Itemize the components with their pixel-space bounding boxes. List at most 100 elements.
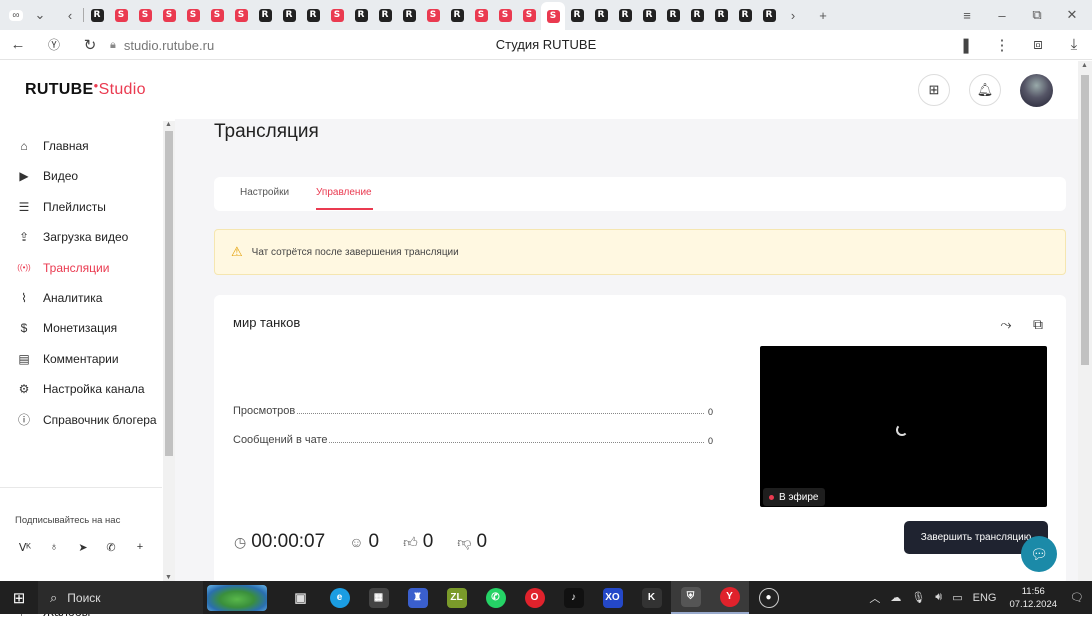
- browser-tab[interactable]: S: [493, 3, 517, 27]
- browser-tab[interactable]: R: [397, 3, 421, 27]
- viber-icon[interactable]: ✆: [100, 536, 122, 558]
- network-icon[interactable]: ▭: [952, 591, 962, 604]
- tab-list-icon[interactable]: ≡: [950, 0, 984, 30]
- browser-tab[interactable]: S: [541, 2, 565, 30]
- sidebar-item-video[interactable]: ▶ Видео: [0, 161, 162, 191]
- tab-settings[interactable]: Настройки: [240, 187, 289, 198]
- sidebar-item-analytics[interactable]: ⌇ Аналитика: [0, 283, 162, 313]
- sidebar-item-comments[interactable]: ▤ Комментарии: [0, 344, 162, 374]
- browser-tab[interactable]: S: [157, 3, 181, 27]
- vk-icon[interactable]: ᐯᴷ: [14, 536, 36, 558]
- browser-tab[interactable]: R: [637, 3, 661, 27]
- notifications-tray-icon[interactable]: 🗨︎: [1070, 591, 1084, 604]
- whatsapp-icon[interactable]: ✆: [476, 581, 515, 614]
- rutube-favicon-icon: R: [282, 8, 296, 22]
- tab-dropdown-icon[interactable]: ⌄: [28, 3, 52, 27]
- close-window-button[interactable]: ✕: [1055, 0, 1089, 30]
- browser-tab[interactable]: R: [757, 3, 781, 27]
- browser-tab[interactable]: S: [469, 3, 493, 27]
- taskbar-search[interactable]: ⌕ Поиск: [38, 581, 203, 614]
- browser-tab[interactable]: R: [709, 3, 733, 27]
- tiktok-icon[interactable]: ♪: [554, 581, 593, 614]
- browser-tab[interactable]: R: [277, 3, 301, 27]
- yandex-icon[interactable]: Ⓨ: [36, 30, 72, 60]
- browser-tab[interactable]: R: [613, 3, 637, 27]
- obs-icon[interactable]: ●: [749, 581, 788, 614]
- restore-button[interactable]: ⧉: [1020, 0, 1054, 30]
- support-chat-button[interactable]: 💬︎: [1021, 536, 1057, 572]
- sidebar-item-monetization[interactable]: $ Монетизация: [0, 313, 162, 343]
- sidebar-item-upload[interactable]: ⇪ Загрузка видео: [0, 222, 162, 252]
- sidebar-item-home[interactable]: ⌂ Главная: [0, 131, 162, 161]
- microphone-icon[interactable]: 🎙︎: [911, 591, 925, 604]
- xo-app-icon[interactable]: XO: [593, 581, 632, 614]
- task-view-icon[interactable]: ▣: [281, 581, 320, 614]
- browser-tab[interactable]: S: [517, 3, 541, 27]
- search-highlight-image[interactable]: [207, 584, 267, 611]
- chevron-up-icon[interactable]: ︿: [869, 590, 880, 606]
- browser-tab[interactable]: R: [301, 3, 325, 27]
- tabs-scroll-left-icon[interactable]: ‹: [58, 3, 82, 27]
- browser-tab[interactable]: S: [205, 3, 229, 27]
- browser-tab[interactable]: R: [445, 3, 469, 27]
- collections-icon[interactable]: ⧈: [1020, 30, 1056, 60]
- browser-tab[interactable]: R: [373, 3, 397, 27]
- main-scrollbar[interactable]: ▲: [1078, 61, 1092, 581]
- language-indicator[interactable]: ENG: [973, 592, 997, 604]
- sidebar-item-label: Плейлисты: [43, 199, 106, 214]
- notifications-button[interactable]: 🔔︎: [969, 74, 1001, 106]
- share-icon[interactable]: ⤳: [997, 315, 1015, 333]
- downloads-icon[interactable]: ⤓: [1056, 30, 1092, 60]
- game-launcher-icon[interactable]: K: [632, 581, 671, 614]
- url-field[interactable]: 🔒︎ studio.rutube.ru: [110, 35, 990, 55]
- plus-icon[interactable]: +: [129, 536, 151, 558]
- bookmark-icon[interactable]: ❚: [948, 30, 984, 60]
- browser-tab[interactable]: S: [133, 3, 157, 27]
- start-button[interactable]: ⊞: [0, 581, 38, 614]
- more-menu-icon[interactable]: ⋮: [984, 30, 1020, 60]
- add-video-button[interactable]: ⊞: [918, 74, 950, 106]
- browser-tab[interactable]: R: [661, 3, 685, 27]
- sidebar-item-settings[interactable]: ⚙ Настройка канала: [0, 374, 162, 404]
- clock[interactable]: 11:56 07.12.2024: [1009, 585, 1057, 611]
- browser-tab[interactable]: R: [253, 3, 277, 27]
- browser-tab[interactable]: R: [733, 3, 757, 27]
- sidebar-item-info[interactable]: ⓘ Справочник блогера: [0, 405, 162, 435]
- browser-tab[interactable]: R: [685, 3, 709, 27]
- cloud-icon[interactable]: ☁: [890, 591, 901, 604]
- browser-tab[interactable]: R: [85, 3, 109, 27]
- browser-tab[interactable]: R: [349, 3, 373, 27]
- avatar[interactable]: [1020, 74, 1053, 107]
- ok-icon[interactable]: ♁: [43, 536, 65, 558]
- stream-preview[interactable]: В эфире: [760, 346, 1047, 507]
- sidebar-item-playlist[interactable]: ☰ Плейлисты: [0, 192, 162, 222]
- edge-icon[interactable]: e: [320, 581, 359, 614]
- open-external-icon[interactable]: ⧉: [1029, 315, 1047, 333]
- telegram-icon[interactable]: ➤: [72, 536, 94, 558]
- wot-app-icon[interactable]: ⛨: [671, 581, 710, 614]
- sidebar-item-broadcast[interactable]: ((•)) Трансляции: [0, 253, 162, 283]
- shield-app-icon[interactable]: ♜: [398, 581, 437, 614]
- browser-tab[interactable]: S: [421, 3, 445, 27]
- browser-tab[interactable]: S: [109, 3, 133, 27]
- browser-tab[interactable]: S: [181, 3, 205, 27]
- tabs-scroll-right-icon[interactable]: ›: [781, 3, 805, 27]
- windows-taskbar: ⊞ ⌕ Поиск ▣ e ▦ ♜ ZL ✆ O ♪ XO K ⛨ Y ● ︿ …: [0, 581, 1092, 614]
- back-button[interactable]: ←: [0, 30, 36, 60]
- tab-menu-icon[interactable]: ∞: [4, 3, 28, 27]
- browser-tab[interactable]: S: [229, 3, 253, 27]
- browser-tab[interactable]: R: [589, 3, 613, 27]
- store-icon[interactable]: ▦: [359, 581, 398, 614]
- browser-tab[interactable]: R: [565, 3, 589, 27]
- zl-app-icon[interactable]: ZL: [437, 581, 476, 614]
- sidebar-scrollbar[interactable]: ▲ ▼: [163, 121, 175, 581]
- yandex-browser-icon[interactable]: Y: [710, 581, 749, 614]
- browser-tab[interactable]: S: [325, 3, 349, 27]
- opera-icon[interactable]: O: [515, 581, 554, 614]
- volume-icon[interactable]: 🔊︎: [935, 591, 942, 604]
- new-tab-button[interactable]: +: [811, 3, 835, 27]
- minimize-button[interactable]: –: [985, 0, 1019, 30]
- tab-management[interactable]: Управление: [316, 187, 372, 198]
- rutube-studio-logo[interactable]: RUTUBE●Studio: [25, 81, 146, 99]
- reload-button[interactable]: ↻: [72, 30, 108, 60]
